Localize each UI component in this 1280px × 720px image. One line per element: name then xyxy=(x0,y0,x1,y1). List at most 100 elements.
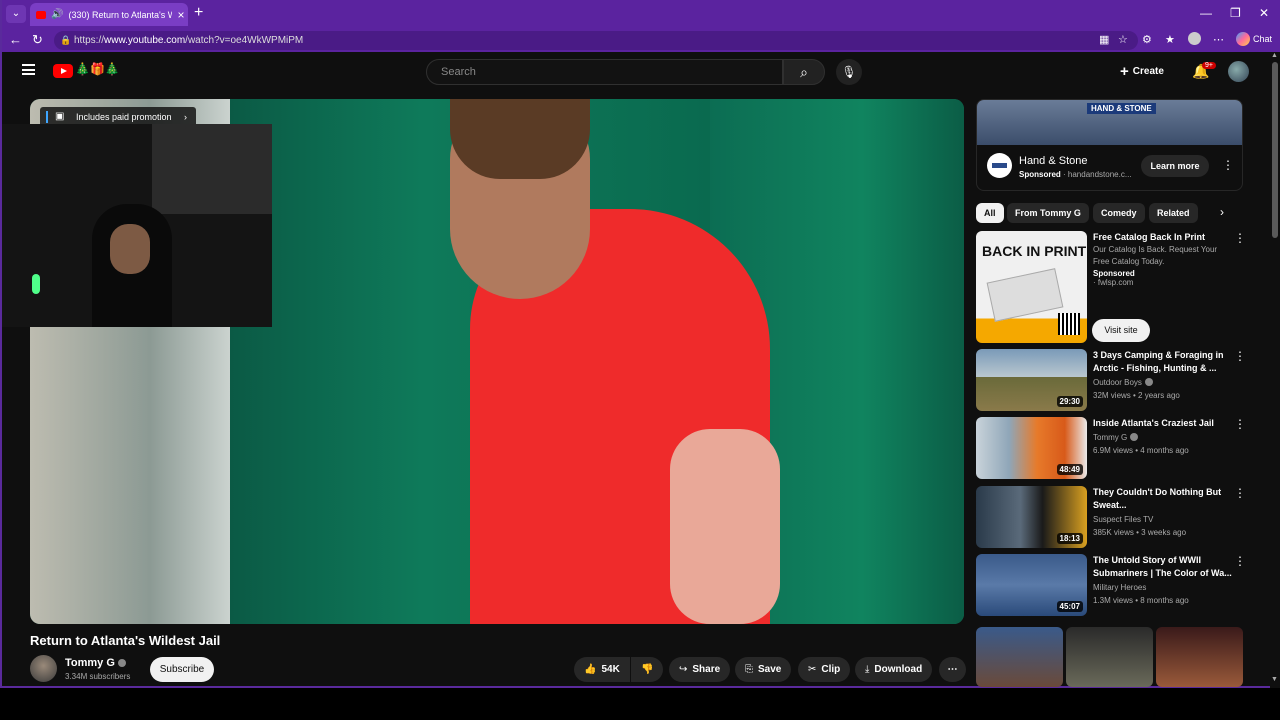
hamburger-menu-icon[interactable] xyxy=(22,64,35,75)
holiday-doodle-icon[interactable]: 🎄🎁🎄 xyxy=(75,62,120,76)
thumbs-up-icon: 👍 xyxy=(584,664,597,675)
download-icon: ⤓ xyxy=(865,664,870,675)
minimize-button[interactable]: — xyxy=(1200,6,1212,20)
scroll-down-icon[interactable]: ▼ xyxy=(1271,676,1278,683)
chip-all[interactable]: All xyxy=(976,203,1004,223)
verified-icon xyxy=(1144,378,1153,386)
extensions-icon[interactable]: ⚙ xyxy=(1142,33,1152,46)
promoted-title[interactable]: Free Catalog Back In Print xyxy=(1093,231,1233,244)
shorts-thumbnail[interactable] xyxy=(976,627,1063,687)
copilot-chat-button[interactable]: Chat xyxy=(1236,32,1272,46)
profile-icon[interactable] xyxy=(1188,32,1201,45)
scissors-icon: ✂ xyxy=(808,664,817,675)
url-field[interactable]: 🔒 https://www.youtube.com/watch?v=oe4WkWP… xyxy=(54,31,1138,50)
subscribe-button[interactable]: Subscribe xyxy=(150,657,214,682)
channel-link[interactable]: Tommy G xyxy=(1093,433,1139,442)
ad-sponsored-label: Sponsored xyxy=(1019,170,1061,179)
search-icon[interactable]: ⌕ xyxy=(783,59,825,85)
refresh-icon[interactable]: ↻ xyxy=(32,32,43,48)
scrollbar-thumb[interactable] xyxy=(1272,62,1278,238)
plus-icon: + xyxy=(1120,63,1129,80)
item-menu-icon[interactable]: ⋮ xyxy=(1234,349,1246,363)
webcam-light xyxy=(32,274,40,294)
video-thumbnail[interactable]: 48:49 xyxy=(976,417,1087,479)
channel-link[interactable]: Military Heroes xyxy=(1093,583,1146,592)
ad-domain: · handandstone.c... xyxy=(1063,170,1132,179)
channel-avatar[interactable] xyxy=(30,655,57,682)
favorites-icon[interactable]: ★ xyxy=(1165,33,1175,46)
microphone-icon[interactable]: 🎙 xyxy=(836,59,862,85)
video-title-link[interactable]: 3 Days Camping & Foraging in Arctic - Fi… xyxy=(1093,349,1233,375)
save-label: Save xyxy=(758,664,782,675)
video-meta: 1.3M views • 8 months ago xyxy=(1093,596,1189,605)
chip-related[interactable]: Related xyxy=(1149,203,1198,223)
video-duration: 45:07 xyxy=(1056,601,1083,612)
youtube-logo[interactable] xyxy=(53,64,73,78)
ad-sponsored-line: Sponsored · handandstone.c... xyxy=(1019,170,1132,179)
shorts-thumbnail[interactable] xyxy=(1156,627,1243,687)
video-meta: 6.9M views • 4 months ago xyxy=(1093,446,1189,455)
channel-name[interactable]: Tommy G xyxy=(65,657,126,669)
share-button[interactable]: ↪ Share xyxy=(669,657,731,682)
promoted-menu-icon[interactable]: ⋮ xyxy=(1234,231,1246,245)
app-available-icon[interactable]: ▦ xyxy=(1099,33,1109,46)
channel-link[interactable]: Outdoor Boys xyxy=(1093,378,1153,387)
promoted-domain: · fwlsp.com xyxy=(1093,278,1134,287)
chip-from-tommy-g[interactable]: From Tommy G xyxy=(1007,203,1089,223)
channel-link[interactable]: Suspect Files TV xyxy=(1093,515,1153,524)
copilot-icon xyxy=(1236,32,1250,46)
share-label: Share xyxy=(692,664,721,675)
video-duration: 18:13 xyxy=(1056,533,1083,544)
close-window-button[interactable]: ✕ xyxy=(1259,6,1269,20)
promoted-thumbnail[interactable]: BACK IN PRINT xyxy=(976,231,1087,343)
speaker-icon[interactable]: 🔊 xyxy=(51,9,63,20)
item-menu-icon[interactable]: ⋮ xyxy=(1234,554,1246,568)
restore-button[interactable]: ❐ xyxy=(1230,6,1241,20)
new-tab-button[interactable]: + xyxy=(194,4,203,22)
video-meta: 32M views • 2 years ago xyxy=(1093,391,1180,400)
video-title-link[interactable]: Inside Atlanta's Craziest Jail xyxy=(1093,417,1233,430)
sponsored-ad-card[interactable]: HAND & STONE Hand & Stone Sponsored · ha… xyxy=(976,99,1243,191)
download-button[interactable]: ⤓ Download xyxy=(855,657,933,682)
more-options-icon[interactable]: ⋯ xyxy=(1213,33,1224,46)
visit-site-button[interactable]: Visit site xyxy=(1092,319,1150,342)
webcam-face xyxy=(110,224,150,274)
search-input[interactable]: Search xyxy=(426,59,783,85)
promoted-thumb-text: BACK IN PRINT xyxy=(982,243,1087,259)
item-menu-icon[interactable]: ⋮ xyxy=(1234,486,1246,500)
video-thumbnail[interactable]: 18:13 xyxy=(976,486,1087,548)
like-count: 54K xyxy=(601,664,620,675)
ad-menu-icon[interactable]: ⋮ xyxy=(1222,158,1234,172)
favorite-star-icon[interactable]: ☆ xyxy=(1118,33,1128,46)
video-thumbnail[interactable]: 29:30 xyxy=(976,349,1087,411)
more-horizontal-icon: ⋯ xyxy=(947,664,958,675)
page-scrollbar[interactable]: ▲ ▼ xyxy=(1270,52,1280,688)
bookmark-icon: ⎘ xyxy=(745,664,753,675)
create-button[interactable]: + Create xyxy=(1120,61,1164,83)
chip-comedy[interactable]: Comedy xyxy=(1093,203,1145,223)
video-title-link[interactable]: They Couldn't Do Nothing But Sweat... xyxy=(1093,486,1233,512)
close-tab-icon[interactable]: × xyxy=(177,8,184,22)
scroll-up-icon[interactable]: ▲ xyxy=(1271,52,1278,59)
shorts-thumbnail[interactable] xyxy=(1066,627,1153,687)
item-menu-icon[interactable]: ⋮ xyxy=(1234,417,1246,431)
video-thumbnail[interactable]: 45:07 xyxy=(976,554,1087,616)
more-actions-button[interactable]: ⋯ xyxy=(939,657,966,682)
browser-tab[interactable]: 🔊 (330) Return to Atlanta's Wilde × xyxy=(30,3,188,26)
learn-more-button[interactable]: Learn more xyxy=(1141,155,1209,177)
webcam-overlay xyxy=(2,124,272,327)
clip-button[interactable]: ✂ Clip xyxy=(798,657,851,682)
video-title-link[interactable]: The Untold Story of WWII Submariners | T… xyxy=(1093,554,1233,580)
back-icon[interactable]: ← xyxy=(9,32,22,47)
url-host: www.youtube.com xyxy=(104,35,186,46)
chevron-right-icon[interactable]: › xyxy=(1220,205,1224,219)
like-button[interactable]: 👍 54K xyxy=(574,657,630,682)
save-button[interactable]: ⎘ Save xyxy=(735,657,792,682)
create-label: Create xyxy=(1132,66,1164,77)
account-avatar[interactable] xyxy=(1228,61,1249,82)
video-frame-arm xyxy=(670,429,780,624)
tab-list-button[interactable]: ⌄ xyxy=(6,5,26,23)
promoted-sponsored-line: Sponsored · fwlsp.com xyxy=(1093,269,1135,287)
channel-name-label: Tommy G xyxy=(65,657,115,669)
dislike-button[interactable]: 👎 xyxy=(631,657,663,682)
